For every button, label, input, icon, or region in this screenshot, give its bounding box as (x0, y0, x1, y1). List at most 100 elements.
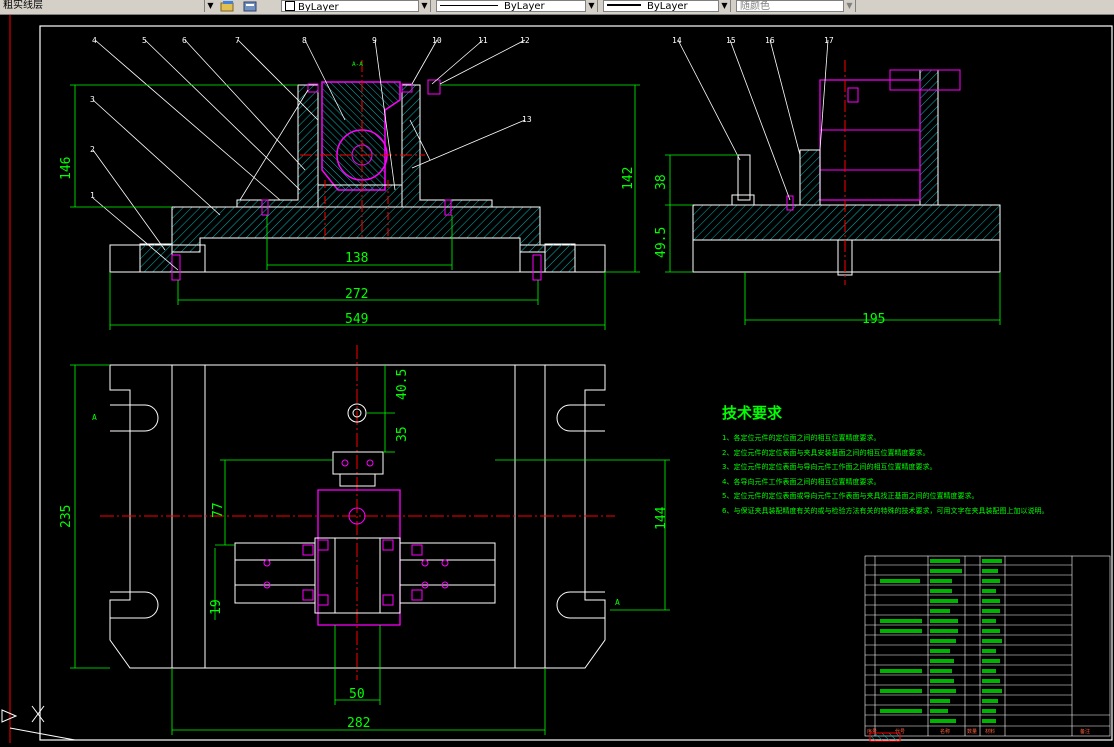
side-balloons: 14 15 16 17 (672, 36, 834, 45)
front-bolt-left (171, 254, 181, 281)
tech-req-item-2: 2、定位元件的定位表面与夹具安装基面之间的相互位置精度要求。 (722, 448, 929, 457)
side-pin-top (847, 87, 859, 103)
dim-plan-235: 235 (59, 505, 74, 528)
color-control-dropdown[interactable]: ByLayer (281, 0, 431, 12)
side-base (692, 204, 1001, 241)
layer-name: 粗实线层 (3, 0, 43, 11)
linetype-control-dropdown[interactable]: ByLayer (436, 0, 598, 12)
lineweight-control-dropdown[interactable]: ByLayer (603, 0, 731, 12)
dim-plan-282: 282 (347, 716, 370, 731)
linetype-control-value: ByLayer (504, 1, 545, 12)
dim-side-49-5: 49.5 (654, 227, 669, 258)
linetype-sample (440, 5, 498, 6)
tech-req-item-5: 5、定位元件的定位表面或导向元件工作表面与夹具找正基面之间的位置精度要求。 (722, 491, 978, 500)
dim-plan-35: 35 (395, 426, 410, 442)
plan-slot-bottom-left (110, 591, 159, 619)
dim-front-549: 549 (345, 312, 368, 327)
balloon-17: 17 (824, 36, 834, 45)
side-view: 14 15 16 17 38 49.5 195 (654, 36, 1001, 327)
plan-slot-top-left (110, 404, 159, 432)
plan-small-screws (263, 539, 449, 606)
dim-plan-50: 50 (349, 687, 365, 702)
section-mark-right: A (615, 598, 620, 607)
bom-cells (880, 559, 1002, 723)
front-left-support (236, 84, 319, 208)
dim-plan-77: 77 (211, 502, 226, 518)
layer-prev-icon[interactable] (242, 0, 258, 12)
balloon-3: 3 (90, 95, 95, 104)
lineweight-sample (607, 4, 641, 6)
section-mark-left: A (92, 413, 97, 422)
front-base-left-ear (139, 243, 173, 273)
plotstyle-control-dropdown: 随颜色 (736, 0, 856, 12)
front-view: 146 138 272 549 142 A-A 1 2 3 4 5 6 7 8 … (59, 36, 640, 330)
linetype-dropdown-arrow-icon[interactable]: ▼ (585, 0, 597, 12)
dim-front-272: 272 (345, 287, 368, 302)
balloon-12: 12 (520, 36, 530, 45)
color-swatch (285, 1, 295, 11)
cad-drawing: 146 138 272 549 142 A-A 1 2 3 4 5 6 7 8 … (1, 15, 1113, 743)
dim-front-146: 146 (59, 157, 74, 180)
tech-req-item-1: 1、各定位元件的定位面之间的相互位置精度要求。 (722, 433, 880, 442)
front-right-support (401, 84, 493, 208)
lineweight-control-value: ByLayer (647, 1, 688, 12)
bom-header-material: 材料 (985, 728, 995, 735)
balloon-14: 14 (672, 36, 682, 45)
plan-dim-lines (70, 364, 670, 735)
plan-clamp-block (332, 451, 384, 475)
title-block-red-mark (869, 732, 901, 742)
plan-right-clamp (399, 542, 496, 604)
ucs-icon (1, 705, 76, 741)
balloon-9: 9 (372, 36, 377, 45)
plan-clamp-screw-b (366, 459, 374, 467)
balloon-7: 7 (235, 36, 240, 45)
balloon-16: 16 (765, 36, 775, 45)
properties-toolbar: 粗实线层 ▼ ByLayer ▼ ByLayer ▼ ByLayer ▼ 随颜色… (0, 0, 1114, 15)
bom-header-name: 名称 (940, 728, 950, 735)
color-dropdown-arrow-icon[interactable]: ▼ (418, 0, 430, 12)
tech-req-item-4: 4、各导向元件工作表面之间的相互位置精度要求。 (722, 477, 880, 486)
plan-slot-bottom-right (556, 591, 605, 619)
dim-plan-144: 144 (654, 506, 669, 530)
lineweight-dropdown-arrow-icon[interactable]: ▼ (718, 0, 730, 12)
bom-header-remark: 备注 (1080, 728, 1090, 735)
tech-req-title: 技术要求 (722, 404, 783, 422)
balloon-4: 4 (92, 36, 97, 45)
side-block (737, 154, 751, 201)
plan-view: 40.5 35 77 144 235 19 50 282 A A (59, 345, 670, 735)
dim-plan-19: 19 (209, 599, 224, 615)
front-bolt-right (532, 254, 542, 281)
plotstyle-control-value: 随颜色 (740, 1, 770, 12)
tech-req-item-3: 3、定位元件的定位表面与导向元件工作面之间的相互位置精度要求。 (722, 462, 936, 471)
balloon-8: 8 (302, 36, 307, 45)
balloon-11: 11 (478, 36, 488, 45)
layer-state-icon[interactable] (220, 0, 236, 12)
layer-dropdown[interactable]: 粗实线层 (0, 0, 218, 12)
balloon-13: 13 (522, 115, 532, 124)
side-base-lower (692, 239, 1001, 273)
drawing-canvas[interactable]: 146 138 272 549 142 A-A 1 2 3 4 5 6 7 8 … (0, 15, 1114, 743)
color-control-value: ByLayer (298, 2, 339, 12)
tech-req-item-6: 6、与保证夹具装配精度有关的或与检验方法有关的特殊的技术要求，可用文字在夹具装配… (722, 506, 1048, 515)
balloon-10: 10 (432, 36, 442, 45)
tech-requirements: 技术要求 1、各定位元件的定位面之间的相互位置精度要求。 2、定位元件的定位表面… (722, 404, 1048, 515)
balloon-2: 2 (90, 145, 95, 154)
layer-dropdown-arrow-icon[interactable]: ▼ (204, 0, 216, 12)
front-base-right-ear (544, 243, 576, 273)
balloon-6: 6 (182, 36, 187, 45)
bom-header-qty: 数量 (967, 728, 977, 735)
dim-plan-40-5: 40.5 (395, 369, 410, 400)
front-center-block (317, 184, 403, 208)
dim-front-138: 138 (345, 251, 368, 266)
plan-slot-top-right (556, 404, 605, 432)
balloon-1: 1 (90, 191, 95, 200)
balloon-15: 15 (726, 36, 736, 45)
side-workpiece (819, 79, 921, 201)
balloon-5: 5 (142, 36, 147, 45)
plotstyle-dropdown-arrow-icon: ▼ (843, 0, 855, 12)
plan-clamp-screw-a (341, 459, 349, 467)
dim-front-142: 142 (621, 167, 636, 190)
section-label-front: A-A (352, 61, 363, 68)
dim-side-195: 195 (862, 312, 885, 327)
side-support (799, 149, 821, 206)
